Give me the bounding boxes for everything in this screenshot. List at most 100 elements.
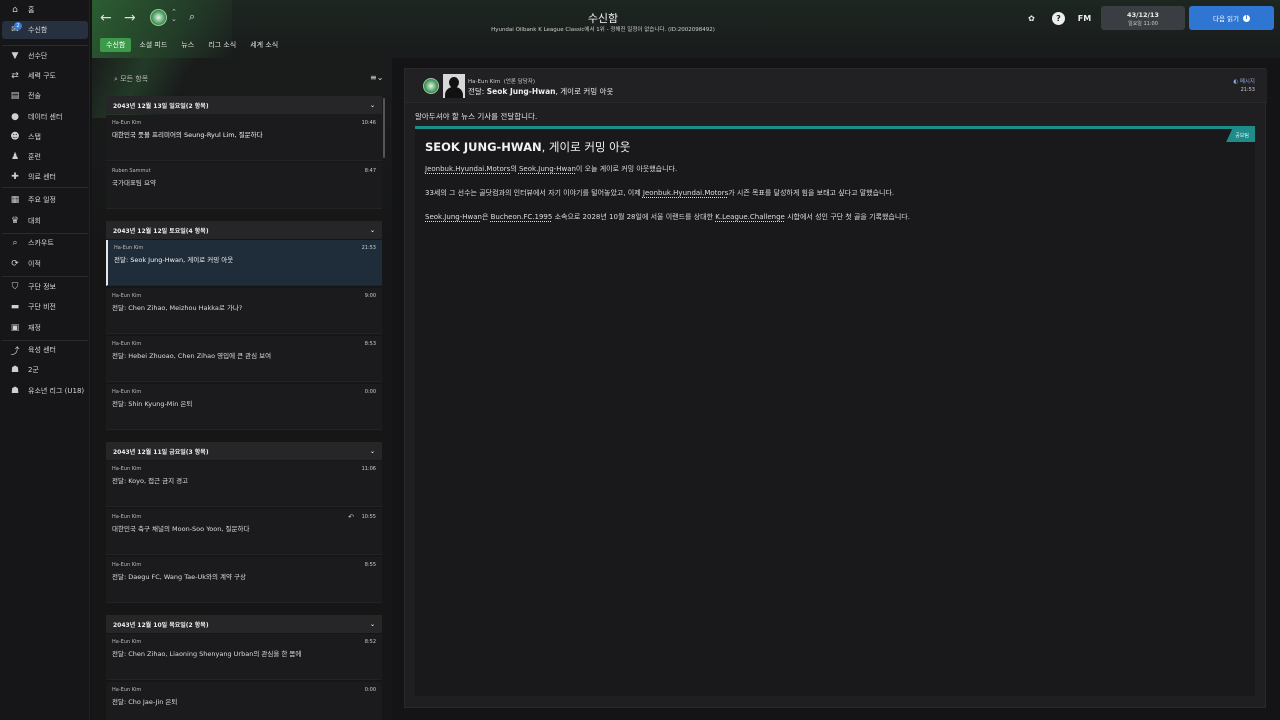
sidebar-item-transfer[interactable]: ⟳ 이적 [2,255,88,273]
unread-count-badge: 2 [14,22,22,30]
inbox-list-panel: ⌕ 모든 항목 ≡⌄ 2043년 12월 13일 일요일(2 항목) ⌄ Ha-Eu… [92,58,392,720]
reserve-team-icon: ☗ [10,365,20,375]
subject-prefix: 전달: [468,87,487,96]
sidebar-item-trophy[interactable]: ♛ 대회 [2,212,88,230]
player-link[interactable]: Seok.Jung-Hwan [425,213,482,221]
date-group-header[interactable]: 2043년 12월 11일 금요일(3 항목) ⌄ [106,442,382,460]
message-subject: 국가대표팀 요약 [112,179,156,187]
message-time: 21:53 [1240,87,1255,93]
current-weekday-time: 일요일 11:00 [1128,21,1158,27]
sidebar: ⌂ 홈 ✉ 수신함 2 ▼ 선수단 ⇄ 세력 구도 ▤ 전술 ● 데이터 센터 ☻ 스탭 ♟ 훈련 ✚ 의료 센터 ▦… [0,0,90,720]
message-from: Ha-Eun Kim [112,341,142,347]
chevron-down-icon[interactable]: ⌄ [370,448,375,455]
message-row[interactable]: Ruben Sammut 국가대표팀 요약 8:47 [106,163,382,209]
tab-news[interactable]: 뉴스 [175,38,200,52]
article-title-name[interactable]: SEOK JUNG-HWAN [425,140,542,154]
sidebar-item-vision[interactable]: ▬ 구단 비전 [2,298,88,316]
chevron-down-icon[interactable]: ⌄ [370,102,375,109]
sidebar-item-tactics[interactable]: ⇄ 세력 구도 [2,67,88,85]
sidebar-item-shirt[interactable]: ▼ 선수단 [2,47,88,65]
info-icon: i [1243,14,1250,22]
message-row[interactable]: Ha-Eun Kim 전달: Chen Zihao, Meizhou Hakka로… [106,288,382,334]
tab-social-feed[interactable]: 소셜 피드 [133,38,173,52]
message-from: Ha-Eun Kim [112,562,142,568]
sidebar-item-home[interactable]: ⌂ 홈 [2,1,88,19]
sidebar-item-staff[interactable]: ☻ 스탭 [2,128,88,146]
message-row[interactable]: Ha-Eun Kim 전달: Chen Zihao, Liaoning Sheny… [106,634,382,680]
sidebar-item-youth-team[interactable]: ☗ 유소년 리그 (U18) [2,382,88,400]
message-row[interactable]: Ha-Eun Kim 대한민국 축구 채널의 Moon-Soo Yoon, 질문하… [106,509,382,555]
inbox-filter-label: 모든 항목 [120,75,149,83]
date-group-header[interactable]: 2043년 12월 12일 토요일(4 항목) ⌄ [106,221,382,239]
tab-world-news[interactable]: 세계 소식 [244,38,284,52]
medical-icon: ✚ [11,172,19,182]
message-time: 11:06 [361,466,376,472]
message-list: 2043년 12월 13일 일요일(2 항목) ⌄ Ha-Eun Kim 대한민국 풋… [106,96,382,720]
sidebar-item-inbox[interactable]: ✉ 수신함 2 [2,21,88,39]
sidebar-item-label: 훈련 [28,153,41,161]
fm-menu-icon[interactable]: FM [1078,12,1091,25]
continue-button[interactable]: 다음 읽기 i [1189,6,1274,30]
chevron-down-icon[interactable]: ⌄ [370,227,375,234]
subject-rest: , 게이로 커밍 아웃 [555,87,614,96]
data-center-icon: ● [11,112,19,122]
message-row[interactable]: Ha-Eun Kim 전달: Cho Jae-Jin 은퇴 0:00 [106,682,382,720]
sidebar-divider [2,276,88,277]
message-time: 8:52 [364,639,376,645]
message-row[interactable]: Ha-Eun Kim 대한민국 풋볼 프리미어의 Seung-Ryul Lim, … [106,115,382,161]
subject-player[interactable]: Seok Jung-Hwan [487,87,556,96]
world-icon[interactable]: ✿ [1025,12,1038,25]
staff-icon: ☻ [10,132,20,142]
sender-name: Ha-Eun Kim [468,79,501,85]
sidebar-item-training[interactable]: ♟ 훈련 [2,148,88,166]
list-options-icon[interactable]: ≡⌄ [370,73,383,82]
message-time: 8:47 [364,168,376,174]
sidebar-item-calendar[interactable]: ▦ 주요 일정 [2,191,88,209]
message-time: 8:53 [364,341,376,347]
youth-team-icon: ☗ [10,386,20,396]
message-sender[interactable]: Ha-Eun Kim (언론 담당자) [468,77,535,85]
sidebar-item-reserve-team[interactable]: ☗ 2군 [2,361,88,379]
sidebar-item-label: 수신함 [28,26,48,34]
article-paragraph-3: Seok.Jung-Hwan은 Bucheon.FC.1995 소속으로 202… [425,212,910,222]
sidebar-item-finance[interactable]: ▣ 재정 [2,319,88,337]
article-paragraph-2: 33세의 그 선수는 골닷컴과의 인터뷰에서 자기 이야기를 털어놓았고, 이제… [425,188,894,198]
club-link[interactable]: Bucheon.FC.1995 [491,213,553,221]
sidebar-item-development[interactable]: ⤴ 육성 센터 [2,341,88,359]
sidebar-item-label: 스카우트 [28,239,54,247]
sidebar-item-label: 구단 정보 [28,283,56,291]
sidebar-item-label: 홈 [28,6,35,14]
text: 33세의 그 선수는 골닷컴과의 인터뷰에서 자기 이야기를 털어놓았고, 이제 [425,189,643,197]
sidebar-item-medical[interactable]: ✚ 의료 센터 [2,168,88,186]
message-time: 21:53 [361,245,376,251]
text: 은 [481,213,491,221]
message-row[interactable]: Ha-Eun Kim 전달: Seok Jung-Hwan, 게이로 커밍 아웃 2… [106,240,382,286]
sidebar-item-data-center[interactable]: ● 데이터 센터 [2,108,88,126]
tab-league-news[interactable]: 리그 소식 [202,38,242,52]
shirt-icon: ▼ [11,51,19,61]
sidebar-item-label: 구단 비전 [28,303,56,311]
message-row[interactable]: Ha-Eun Kim 전달: Hebei Zhuoao, Chen Zihao 영… [106,336,382,382]
club-link[interactable]: Jeonbuk.Hyundai.Motors [425,165,510,173]
message-row[interactable]: Ha-Eun Kim 전달: Koyo, 접근 금지 경고 11:06 [106,461,382,507]
finance-icon: ▣ [10,323,20,333]
inbox-filter[interactable]: ⌕ 모든 항목 [114,74,148,84]
competition-link[interactable]: K.League.Challenge [715,213,785,221]
tab-inbox[interactable]: 수신함 [100,38,132,52]
date-group-header[interactable]: 2043년 12월 13일 일요일(2 항목) ⌄ [106,96,382,114]
text: 의 [510,165,519,173]
help-icon[interactable]: ? [1052,12,1065,25]
date-group-header[interactable]: 2043년 12월 10일 목요일(2 항목) ⌄ [106,615,382,633]
sidebar-item-scout[interactable]: ⌕ 스카우트 [2,234,88,252]
message-row[interactable]: Ha-Eun Kim 전달: Shin Kyung-Min 은퇴 0:00 [106,384,382,430]
sidebar-item-clipboard[interactable]: ▤ 전술 [2,87,88,105]
date-display[interactable]: 43/12/13 일요일 11:00 [1101,6,1185,30]
subtabs: 수신함 소셜 피드 뉴스 리그 소식 세계 소식 [100,38,286,52]
sidebar-item-club-info[interactable]: ⛉ 구단 정보 [2,278,88,296]
player-link[interactable]: Seok.Jung-Hwan [519,165,576,173]
chevron-down-icon[interactable]: ⌄ [370,621,375,628]
list-scrollbar[interactable] [383,98,385,158]
club-link[interactable]: Jeonbuk.Hyundai.Motors [643,189,728,197]
message-row[interactable]: Ha-Eun Kim 전달: Daegu FC, Wang Tae-Uk와의 계약… [106,557,382,603]
sender-avatar[interactable] [443,74,465,98]
